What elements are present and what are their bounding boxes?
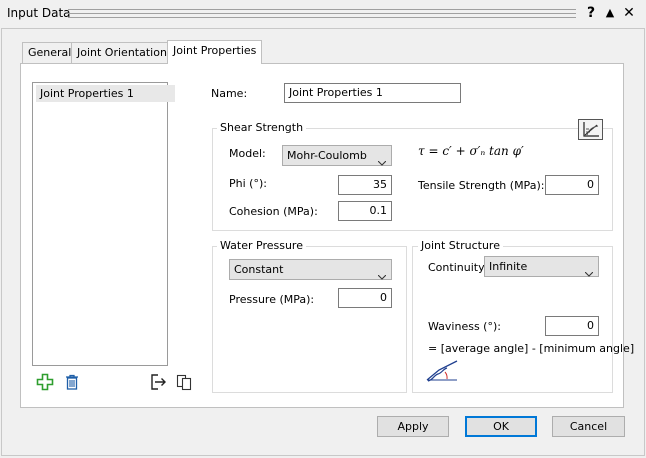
model-value: Mohr-Coulomb	[287, 149, 367, 162]
name-label: Name:	[211, 87, 248, 100]
chevron-down-icon	[377, 267, 387, 280]
model-label: Model:	[229, 147, 266, 160]
tab-general[interactable]: General	[22, 42, 78, 63]
continuity-label: Continuity:	[428, 261, 488, 274]
minimize-button[interactable]: ▲	[601, 4, 619, 22]
pressure-field[interactable]: 0	[338, 288, 392, 308]
apply-button[interactable]: Apply	[377, 416, 449, 437]
strength-plot-button[interactable]	[578, 119, 603, 140]
cohesion-field[interactable]: 0.1	[338, 201, 392, 221]
water-pressure-type-value: Constant	[234, 263, 284, 276]
name-field[interactable]: Joint Properties 1	[284, 83, 461, 103]
tensile-strength-label: Tensile Strength (MPa):	[418, 179, 545, 192]
help-button[interactable]: ?	[582, 4, 600, 22]
water-pressure-legend: Water Pressure	[217, 239, 306, 252]
phi-field[interactable]: 35	[338, 175, 392, 195]
import-icon[interactable]	[149, 373, 167, 391]
delete-icon[interactable]	[63, 373, 81, 391]
cancel-button[interactable]: Cancel	[552, 416, 625, 437]
continuity-select[interactable]: Infinite	[484, 256, 599, 277]
copy-icon[interactable]	[175, 373, 193, 391]
mohr-coulomb-formula: τ = c′ + σ′ₙ tan φ′	[418, 144, 524, 158]
pressure-label: Pressure (MPa):	[229, 293, 315, 306]
phi-label: Phi (°):	[229, 177, 267, 190]
window-title: Input Data	[7, 6, 71, 20]
waviness-field[interactable]: 0	[545, 316, 599, 336]
model-select[interactable]: Mohr-Coulomb	[282, 145, 392, 166]
water-pressure-type-select[interactable]: Constant	[229, 259, 392, 280]
strength-plot-icon	[579, 122, 602, 142]
tab-joint-properties[interactable]: Joint Properties	[167, 40, 263, 64]
shear-strength-legend: Shear Strength	[217, 121, 307, 134]
joint-properties-list[interactable]	[32, 82, 168, 366]
chevron-down-icon	[377, 153, 387, 166]
tab-joint-orientations[interactable]: Joint Orientations	[71, 42, 179, 63]
title-grip	[68, 9, 576, 18]
add-icon[interactable]	[36, 373, 54, 391]
list-item[interactable]: Joint Properties 1	[36, 85, 175, 102]
chevron-down-icon	[584, 264, 594, 277]
waviness-diagram-icon	[425, 359, 459, 383]
waviness-note: = [average angle] - [minimum angle]	[428, 342, 635, 355]
continuity-value: Infinite	[489, 260, 528, 273]
close-button[interactable]: ✕	[620, 4, 638, 22]
title-bar: Input Data ? ▲ ✕	[0, 0, 646, 28]
waviness-label: Waviness (°):	[428, 320, 501, 333]
cohesion-label: Cohesion (MPa):	[229, 205, 318, 218]
ok-button[interactable]: OK	[465, 416, 537, 437]
tensile-strength-field[interactable]: 0	[545, 175, 599, 195]
joint-structure-legend: Joint Structure	[418, 239, 503, 252]
